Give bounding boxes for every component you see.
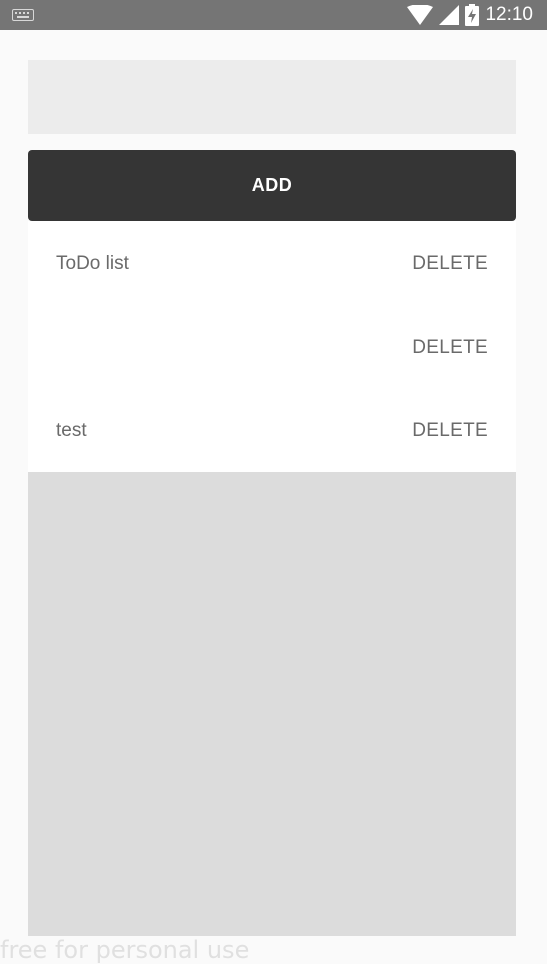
empty-list-area bbox=[28, 472, 516, 936]
todo-item: ToDo list DELETE bbox=[28, 221, 516, 305]
status-bar: 12:10 bbox=[0, 0, 547, 30]
add-button[interactable]: ADD bbox=[28, 150, 516, 221]
wifi-icon bbox=[407, 5, 434, 25]
status-icons: 12:10 bbox=[407, 0, 533, 30]
watermark: free for personal use bbox=[0, 936, 250, 964]
todo-item: test DELETE bbox=[28, 388, 516, 472]
todo-list: ToDo list DELETE DELETE test DELETE bbox=[28, 221, 516, 472]
delete-button[interactable]: DELETE bbox=[412, 253, 488, 275]
keyboard-icon bbox=[12, 9, 34, 21]
todo-item-text: ToDo list bbox=[56, 253, 129, 274]
battery-charging-icon bbox=[465, 4, 480, 26]
todo-item-text: test bbox=[56, 420, 87, 442]
todo-item: DELETE bbox=[28, 305, 516, 389]
delete-button[interactable]: DELETE bbox=[412, 420, 488, 442]
status-time: 12:10 bbox=[485, 4, 533, 25]
delete-button[interactable]: DELETE bbox=[412, 337, 488, 359]
signal-icon bbox=[439, 5, 460, 25]
todo-input[interactable] bbox=[28, 60, 516, 134]
